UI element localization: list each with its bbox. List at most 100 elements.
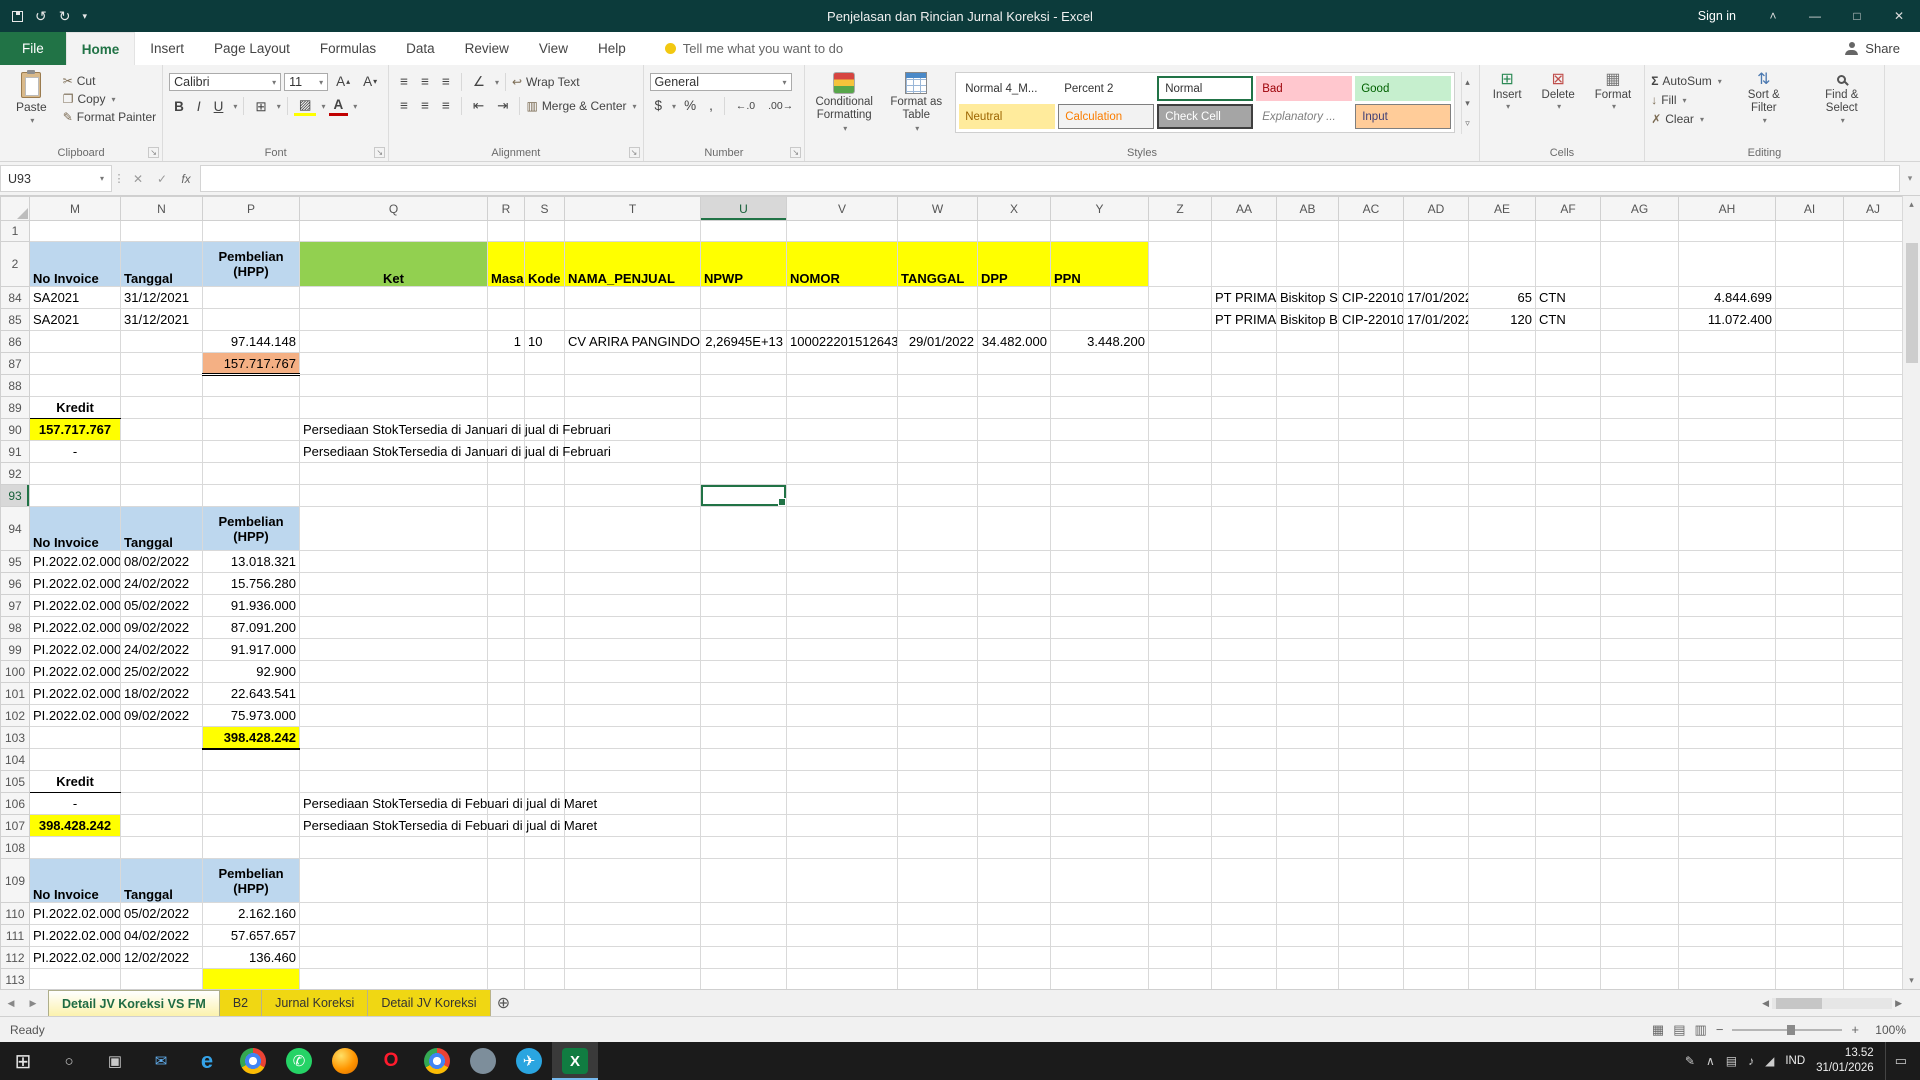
cell-AG108[interactable] xyxy=(1601,837,1679,859)
cell-Y88[interactable] xyxy=(1051,375,1149,397)
cell-AE103[interactable] xyxy=(1469,727,1536,749)
cell-AF97[interactable] xyxy=(1536,595,1601,617)
cell-AI85[interactable] xyxy=(1776,309,1844,331)
cell-AH110[interactable] xyxy=(1679,903,1776,925)
zoom-slider[interactable] xyxy=(1732,1029,1842,1031)
cell-AC104[interactable] xyxy=(1339,749,1404,771)
fill-color-button[interactable]: ▨ xyxy=(294,97,317,116)
cell-N97[interactable]: 05/02/2022 xyxy=(121,595,203,617)
cell-AB111[interactable] xyxy=(1277,925,1339,947)
cell-AD107[interactable] xyxy=(1404,815,1469,837)
cell-AJ109[interactable] xyxy=(1844,859,1903,903)
sheet-tab-detail-jv-koreksi-vs-fm[interactable]: Detail JV Koreksi VS FM xyxy=(48,990,220,1016)
cell-U89[interactable] xyxy=(701,397,787,419)
cell-T113[interactable] xyxy=(565,969,701,990)
cell-AJ90[interactable] xyxy=(1844,419,1903,441)
cell-AA1[interactable] xyxy=(1212,221,1277,242)
cell-N98[interactable]: 09/02/2022 xyxy=(121,617,203,639)
cell-T104[interactable] xyxy=(565,749,701,771)
cell-AA112[interactable] xyxy=(1212,947,1277,969)
cell-AA113[interactable] xyxy=(1212,969,1277,990)
cell-U113[interactable] xyxy=(701,969,787,990)
cell-AF91[interactable] xyxy=(1536,441,1601,463)
cell-X99[interactable] xyxy=(978,639,1051,661)
cell-U101[interactable] xyxy=(701,683,787,705)
cell-Q98[interactable] xyxy=(300,617,488,639)
cell-AG94[interactable] xyxy=(1601,507,1679,551)
cell-M92[interactable] xyxy=(30,463,121,485)
cell-AG105[interactable] xyxy=(1601,771,1679,793)
cell-V107[interactable] xyxy=(787,815,898,837)
cell-AE93[interactable] xyxy=(1469,485,1536,507)
cell-AF105[interactable] xyxy=(1536,771,1601,793)
cell-W90[interactable] xyxy=(898,419,978,441)
cell-AH105[interactable] xyxy=(1679,771,1776,793)
cell-AF89[interactable] xyxy=(1536,397,1601,419)
cell-P100[interactable]: 92.900 xyxy=(203,661,300,683)
cell-AC95[interactable] xyxy=(1339,551,1404,573)
cell-AF106[interactable] xyxy=(1536,793,1601,815)
row-header-99[interactable]: 99 xyxy=(1,639,30,661)
cell-U90[interactable] xyxy=(701,419,787,441)
cell-M113[interactable] xyxy=(30,969,121,990)
cell-AG2[interactable] xyxy=(1601,242,1679,287)
cell-Q103[interactable] xyxy=(300,727,488,749)
cell-AA102[interactable] xyxy=(1212,705,1277,727)
cell-Z95[interactable] xyxy=(1149,551,1212,573)
cell-Q93[interactable] xyxy=(300,485,488,507)
cell-Z92[interactable] xyxy=(1149,463,1212,485)
cell-Z90[interactable] xyxy=(1149,419,1212,441)
cell-R2[interactable]: Masa xyxy=(488,242,525,287)
cell-W92[interactable] xyxy=(898,463,978,485)
cell-AI1[interactable] xyxy=(1776,221,1844,242)
row-header-96[interactable]: 96 xyxy=(1,573,30,595)
cell-AF87[interactable] xyxy=(1536,353,1601,375)
cell-R111[interactable] xyxy=(488,925,525,947)
undo-icon[interactable]: ↺ xyxy=(35,8,47,25)
cell-AC96[interactable] xyxy=(1339,573,1404,595)
cell-M108[interactable] xyxy=(30,837,121,859)
cell-R97[interactable] xyxy=(488,595,525,617)
align-top-button[interactable]: ≡ xyxy=(395,74,413,90)
cell-AG85[interactable] xyxy=(1601,309,1679,331)
cell-AC89[interactable] xyxy=(1339,397,1404,419)
cell-P90[interactable] xyxy=(203,419,300,441)
select-all-button[interactable] xyxy=(1,197,30,221)
cell-AC98[interactable] xyxy=(1339,617,1404,639)
cell-AE100[interactable] xyxy=(1469,661,1536,683)
cell-AF110[interactable] xyxy=(1536,903,1601,925)
scroll-right-icon[interactable]: ▶ xyxy=(1895,998,1902,1009)
conditional-formatting-button[interactable]: Conditional Formatting ▾ xyxy=(811,70,877,133)
cell-V92[interactable] xyxy=(787,463,898,485)
cell-Q109[interactable] xyxy=(300,859,488,903)
cell-AB95[interactable] xyxy=(1277,551,1339,573)
cell-N95[interactable]: 08/02/2022 xyxy=(121,551,203,573)
cell-AB106[interactable] xyxy=(1277,793,1339,815)
cell-W86[interactable]: 29/01/2022 xyxy=(898,331,978,353)
cell-AI105[interactable] xyxy=(1776,771,1844,793)
font-size-select[interactable]: 11▾ xyxy=(284,73,328,91)
start-button[interactable]: ⊞ xyxy=(0,1042,46,1080)
cell-AJ84[interactable] xyxy=(1844,287,1903,309)
cell-AG92[interactable] xyxy=(1601,463,1679,485)
number-dialog-launcher[interactable]: ↘ xyxy=(790,147,801,158)
cell-AC86[interactable] xyxy=(1339,331,1404,353)
cell-T105[interactable] xyxy=(565,771,701,793)
cell-N102[interactable]: 09/02/2022 xyxy=(121,705,203,727)
save-icon[interactable] xyxy=(12,11,23,22)
cell-AI112[interactable] xyxy=(1776,947,1844,969)
cell-AH91[interactable] xyxy=(1679,441,1776,463)
cell-T98[interactable] xyxy=(565,617,701,639)
cell-AD99[interactable] xyxy=(1404,639,1469,661)
cell-AA98[interactable] xyxy=(1212,617,1277,639)
cell-S1[interactable] xyxy=(525,221,565,242)
cell-Z96[interactable] xyxy=(1149,573,1212,595)
cell-AA109[interactable] xyxy=(1212,859,1277,903)
cell-AF101[interactable] xyxy=(1536,683,1601,705)
cell-X106[interactable] xyxy=(978,793,1051,815)
sheet-nav-left-icon[interactable]: ◀ xyxy=(0,990,22,1016)
cell-P86[interactable]: 97.144.148 xyxy=(203,331,300,353)
cell-AD92[interactable] xyxy=(1404,463,1469,485)
firefox-icon[interactable] xyxy=(322,1042,368,1080)
cell-AF92[interactable] xyxy=(1536,463,1601,485)
